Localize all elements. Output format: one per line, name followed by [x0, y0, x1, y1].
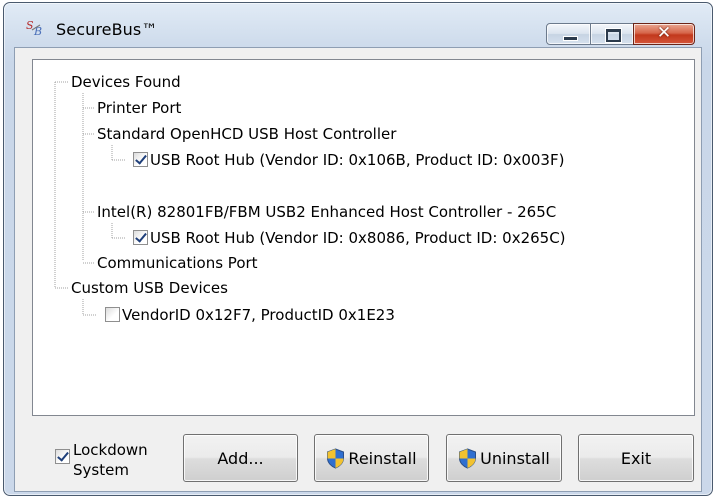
securebus-app-icon: S B [26, 19, 42, 37]
tree-node-custom-usb-devices[interactable]: Custom USB Devices [71, 278, 228, 298]
add-button[interactable]: Add... [183, 434, 298, 482]
maximize-button[interactable] [590, 23, 634, 45]
custom-device-12f7-checkbox[interactable] [105, 307, 120, 322]
tree-node-devices-found[interactable]: Devices Found [71, 72, 181, 92]
tree-node-openhcd-controller[interactable]: Standard OpenHCD USB Host Controller [97, 124, 396, 144]
minimize-button[interactable] [546, 23, 591, 45]
usb-root-hub-8086-checkbox[interactable] [133, 230, 148, 245]
tree-node-printer-port[interactable]: Printer Port [97, 98, 181, 118]
lockdown-label-line2: System [73, 461, 129, 479]
lockdown-label-line1: Lockdown [73, 441, 148, 459]
device-tree[interactable]: Devices Found Printer Port Standard Open… [32, 59, 695, 416]
uninstall-button[interactable]: Uninstall [446, 434, 562, 482]
tree-node-intel-controller[interactable]: Intel(R) 82801FB/FBM USB2 Enhanced Host … [97, 202, 556, 222]
window-title: SecureBus™ [56, 20, 158, 39]
close-icon: ✕ [656, 23, 672, 43]
tree-node-communications-port[interactable]: Communications Port [97, 253, 258, 273]
close-button[interactable]: ✕ [633, 23, 695, 45]
exit-button[interactable]: Exit [578, 434, 694, 482]
minimize-icon [563, 36, 578, 41]
client-area: Devices Found Printer Port Standard Open… [14, 47, 702, 492]
tree-node-custom-device-12f7[interactable]: VendorID 0x12F7, ProductID 0x1E23 [122, 305, 395, 325]
reinstall-button-label: Reinstall [348, 448, 417, 468]
add-button-label: Add... [217, 448, 264, 468]
maximize-icon [605, 28, 622, 43]
tree-node-usb-root-hub-106b[interactable]: USB Root Hub (Vendor ID: 0x106B, Product… [150, 150, 564, 170]
title-bar[interactable]: S B SecureBus™ ✕ [4, 3, 712, 47]
lockdown-system-control[interactable]: Lockdown System [55, 440, 155, 484]
exit-button-label: Exit [620, 448, 652, 468]
reinstall-button[interactable]: Reinstall [314, 434, 429, 482]
uac-shield-icon [327, 447, 345, 469]
lockdown-system-label[interactable]: Lockdown System [73, 440, 153, 480]
lockdown-system-checkbox[interactable] [55, 449, 70, 464]
uninstall-button-label: Uninstall [480, 448, 550, 468]
tree-node-usb-root-hub-8086[interactable]: USB Root Hub (Vendor ID: 0x8086, Product… [150, 228, 566, 248]
uac-shield-icon [459, 447, 477, 469]
usb-root-hub-106b-checkbox[interactable] [133, 152, 148, 167]
securebus-window: S B SecureBus™ ✕ Devices Found Printer P… [3, 2, 713, 496]
